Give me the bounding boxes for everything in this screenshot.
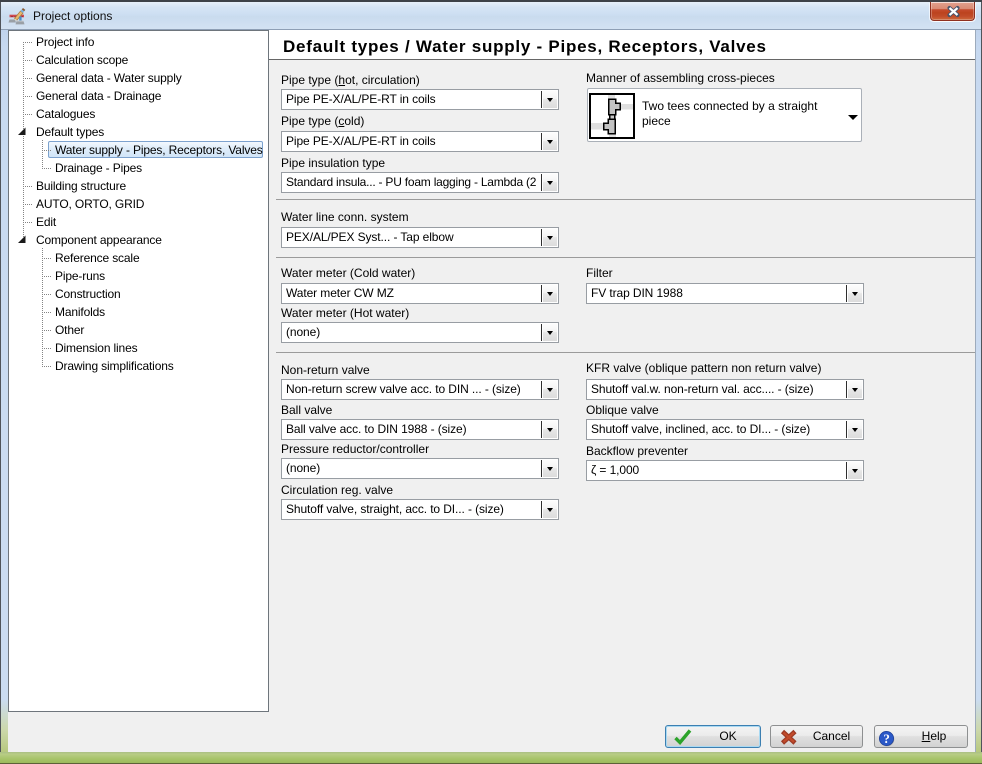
- svg-text:?: ?: [883, 731, 890, 746]
